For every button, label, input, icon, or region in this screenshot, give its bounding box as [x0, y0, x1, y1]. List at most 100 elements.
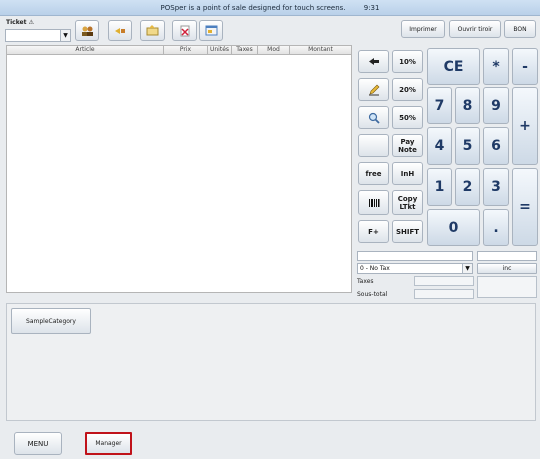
minus-label: -	[522, 58, 528, 75]
inh-button[interactable]: InH	[392, 162, 423, 185]
enter-icon	[368, 58, 379, 65]
manager-button[interactable]: Manager	[85, 432, 132, 455]
print-button[interactable]: Imprimer	[401, 20, 445, 38]
print-label: Imprimer	[409, 25, 437, 33]
discount-10-button[interactable]: 10%	[392, 50, 423, 73]
tax-select[interactable]: 0 - No Tax ▼	[357, 263, 473, 274]
free-label: free	[365, 169, 382, 178]
column-amount: Montant	[308, 46, 333, 53]
discount-50-button[interactable]: 50%	[392, 106, 423, 129]
category-label: SampleCategory	[26, 317, 76, 325]
ticket-label: Ticket ⚠	[6, 19, 34, 26]
key-8[interactable]: 8	[455, 87, 480, 124]
manager-label: Manager	[95, 440, 122, 447]
equals-button[interactable]: =	[512, 168, 538, 246]
ticket-list-button[interactable]	[199, 20, 223, 41]
pay-note-button[interactable]: Pay Note	[392, 134, 423, 157]
minus-button[interactable]: -	[512, 48, 538, 85]
category-panel: SampleCategory	[6, 303, 536, 421]
subtotal-label: Sous-total	[357, 291, 388, 298]
discount-50-label: 50%	[399, 113, 416, 122]
key-6-label: 6	[491, 138, 501, 154]
key-2[interactable]: 2	[455, 168, 480, 206]
key-8-label: 8	[462, 97, 473, 114]
multiply-button[interactable]: *	[483, 48, 509, 85]
barcode-button[interactable]	[358, 190, 389, 215]
plus-label: +	[519, 118, 531, 134]
ticket-select[interactable]: ▼	[5, 29, 71, 42]
key-9-label: 9	[491, 97, 501, 114]
column-article: Article	[7, 46, 164, 54]
inc-label: inc	[502, 265, 512, 272]
search-product-button[interactable]	[358, 106, 389, 129]
delete-ticket-button[interactable]	[172, 20, 197, 41]
ticket-table-header: Article Prix Unités Taxes Mod Montant	[6, 45, 352, 55]
key-0[interactable]: 0	[427, 209, 480, 246]
pay-note-label-2: Note	[398, 145, 417, 154]
column-units: Unités	[208, 46, 232, 54]
plus-button[interactable]: +	[512, 87, 538, 165]
new-ticket-button[interactable]	[140, 20, 165, 41]
window-icon	[205, 25, 217, 36]
split-ticket-button[interactable]	[108, 20, 132, 41]
copy-label-1: Copy	[397, 194, 418, 203]
discount-20-button[interactable]: 20%	[392, 78, 423, 101]
f-plus-button[interactable]: F+	[358, 220, 389, 243]
taxes-value	[414, 276, 474, 286]
subtotal-value	[414, 289, 474, 299]
key-3[interactable]: 3	[483, 168, 509, 206]
key-5[interactable]: 5	[455, 127, 480, 165]
ce-button[interactable]: CE	[427, 48, 480, 85]
column-price: Prix	[164, 46, 208, 54]
key-1[interactable]: 1	[427, 168, 452, 206]
search-icon	[368, 112, 380, 124]
new-ticket-icon	[146, 25, 159, 36]
pay-note-label-1: Pay	[400, 137, 415, 146]
key-7-label: 7	[434, 97, 445, 114]
decimal-label: .	[493, 219, 499, 236]
quantity-input[interactable]	[477, 251, 537, 261]
key-1-label: 1	[434, 179, 445, 195]
key-9[interactable]: 9	[483, 87, 509, 124]
f-plus-label: F+	[368, 227, 379, 236]
key-4[interactable]: 4	[427, 127, 452, 165]
tax-inc-toggle[interactable]: inc	[477, 263, 537, 274]
discount-20-label: 20%	[399, 85, 416, 94]
bon-button[interactable]: BON	[504, 20, 536, 38]
key-6[interactable]: 6	[483, 127, 509, 165]
open-drawer-button[interactable]: Ouvrir tiroir	[449, 20, 501, 38]
inh-label: InH	[400, 169, 415, 178]
customer-button[interactable]	[75, 20, 99, 41]
equals-label: =	[519, 199, 531, 215]
discount-10-label: 10%	[399, 57, 416, 66]
ce-label: CE	[443, 58, 464, 75]
ticket-label-text: Ticket	[6, 19, 27, 26]
copy-last-ticket-button[interactable]: Copy LTkt	[392, 190, 423, 215]
key-7[interactable]: 7	[427, 87, 452, 124]
barcode-icon	[368, 198, 379, 207]
chevron-down-icon[interactable]: ▼	[462, 264, 472, 273]
decimal-button[interactable]: .	[483, 209, 509, 246]
split-icon	[115, 27, 125, 34]
column-taxes: Taxes	[232, 46, 258, 54]
price-input[interactable]	[357, 251, 473, 261]
shift-label: SHIFT	[395, 227, 420, 236]
chevron-down-icon[interactable]: ▼	[60, 30, 70, 41]
menu-button[interactable]: MENU	[14, 432, 62, 455]
enter-button[interactable]	[358, 50, 389, 73]
delete-ticket-icon	[180, 25, 189, 36]
warning-icon: ⚠	[28, 19, 34, 26]
blank-button[interactable]	[358, 134, 389, 157]
users-icon	[82, 26, 93, 36]
pencil-icon	[368, 84, 379, 95]
category-button[interactable]: SampleCategory	[11, 308, 91, 334]
edit-line-button[interactable]	[358, 78, 389, 101]
ticket-lines-list[interactable]	[6, 55, 352, 293]
open-drawer-label: Ouvrir tiroir	[457, 25, 493, 33]
multiply-label: *	[492, 58, 500, 75]
key-5-label: 5	[462, 138, 473, 154]
shift-button[interactable]: SHIFT	[392, 220, 423, 243]
menu-label: MENU	[27, 439, 49, 448]
free-button[interactable]: free	[358, 162, 389, 185]
key-0-label: 0	[448, 219, 459, 236]
